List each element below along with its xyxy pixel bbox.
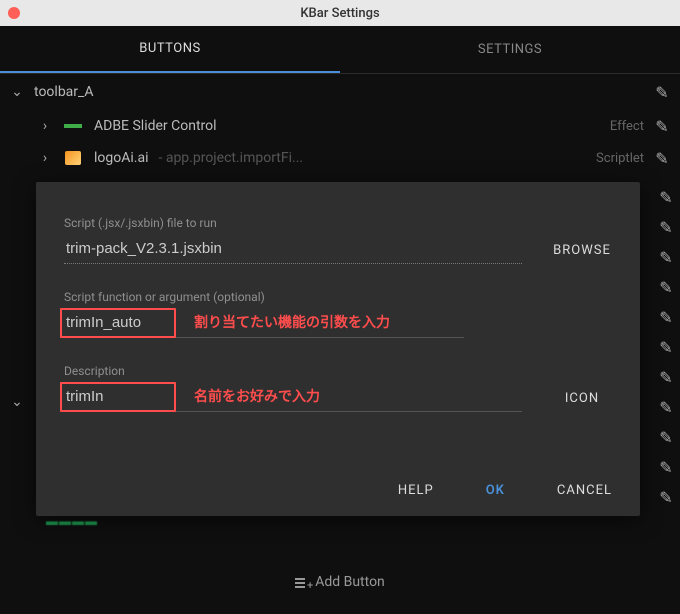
toolbar-header[interactable]: ⌄ toolbar_A ✎ — [0, 74, 680, 110]
description-field: Description ICON 名前をお好みで入力 — [64, 364, 612, 412]
dialog-button-row: HELP OK CANCEL — [398, 483, 612, 498]
item-label: logoAi.ai — [94, 150, 148, 166]
ok-button[interactable]: OK — [486, 483, 505, 498]
pencil-icon[interactable]: ✎ — [658, 248, 674, 264]
field-label: Description — [64, 364, 612, 378]
item-type: Scriptlet — [596, 151, 644, 166]
pencil-icon[interactable]: ✎ — [654, 117, 670, 136]
pencil-icon[interactable]: ✎ — [658, 218, 674, 234]
pencil-icon[interactable]: ✎ — [658, 428, 674, 444]
pencil-icon[interactable]: ✎ — [658, 368, 674, 384]
close-window-button[interactable] — [8, 7, 20, 19]
add-button[interactable]: Add Button — [0, 574, 680, 590]
slider-icon — [62, 119, 84, 133]
add-button-label: Add Button — [315, 574, 385, 590]
item-type: Effect — [610, 119, 644, 134]
pencil-icon[interactable]: ✎ — [658, 308, 674, 324]
list-item[interactable]: › logoAi.ai - app.project.importFi... Sc… — [0, 142, 680, 174]
pencil-icon[interactable]: ✎ — [658, 458, 674, 474]
icon-button[interactable]: ICON — [552, 391, 612, 412]
pencil-icon[interactable]: ✎ — [658, 338, 674, 354]
script-file-input[interactable] — [64, 236, 522, 264]
chevron-right-icon: › — [38, 118, 52, 134]
tab-buttons[interactable]: BUTTONS — [0, 26, 340, 73]
pencil-gutter: ✎ ✎ ✎ ✎ ✎ ✎ ✎ ✎ ✎ ✎ ✎ — [658, 178, 674, 504]
content-area: ⌄ toolbar_A ✎ › ADBE Slider Control Effe… — [0, 74, 680, 614]
pencil-icon[interactable]: ✎ — [658, 488, 674, 504]
tab-settings[interactable]: SETTINGS — [340, 26, 680, 73]
pencil-icon[interactable]: ✎ — [658, 278, 674, 294]
pencil-icon[interactable]: ✎ — [658, 188, 674, 204]
script-argument-input[interactable] — [64, 310, 464, 338]
item-sublabel: - app.project.importFi... — [158, 150, 303, 166]
file-icon — [62, 151, 84, 165]
list-item[interactable]: › ADBE Slider Control Effect ✎ — [0, 110, 680, 142]
help-button[interactable]: HELP — [398, 483, 434, 498]
tab-bar: BUTTONS SETTINGS — [0, 26, 680, 74]
field-label: Script (.jsx/.jsxbin) file to run — [64, 216, 612, 230]
window-title: KBar Settings — [0, 6, 680, 21]
chevron-down-icon: ⌄ — [10, 394, 24, 410]
script-file-field: Script (.jsx/.jsxbin) file to run BROWSE — [64, 216, 612, 264]
description-input[interactable] — [64, 384, 522, 412]
field-label: Script function or argument (optional) — [64, 290, 612, 304]
add-list-icon — [295, 576, 309, 588]
pencil-icon[interactable]: ✎ — [654, 149, 670, 168]
chevron-down-icon: ⌄ — [10, 84, 24, 100]
browse-button[interactable]: BROWSE — [552, 243, 612, 264]
hidden-item-hint: ▬▬▬▬ — [46, 514, 98, 528]
script-argument-field: Script function or argument (optional) 割… — [64, 290, 612, 338]
titlebar: KBar Settings — [0, 0, 680, 26]
cancel-button[interactable]: CANCEL — [557, 483, 612, 498]
chevron-right-icon: › — [38, 150, 52, 166]
edit-button-dialog: Script (.jsx/.jsxbin) file to run BROWSE… — [36, 182, 640, 516]
pencil-icon[interactable]: ✎ — [654, 83, 670, 102]
item-label: ADBE Slider Control — [94, 118, 217, 134]
toolbar-name: toolbar_A — [34, 84, 644, 100]
